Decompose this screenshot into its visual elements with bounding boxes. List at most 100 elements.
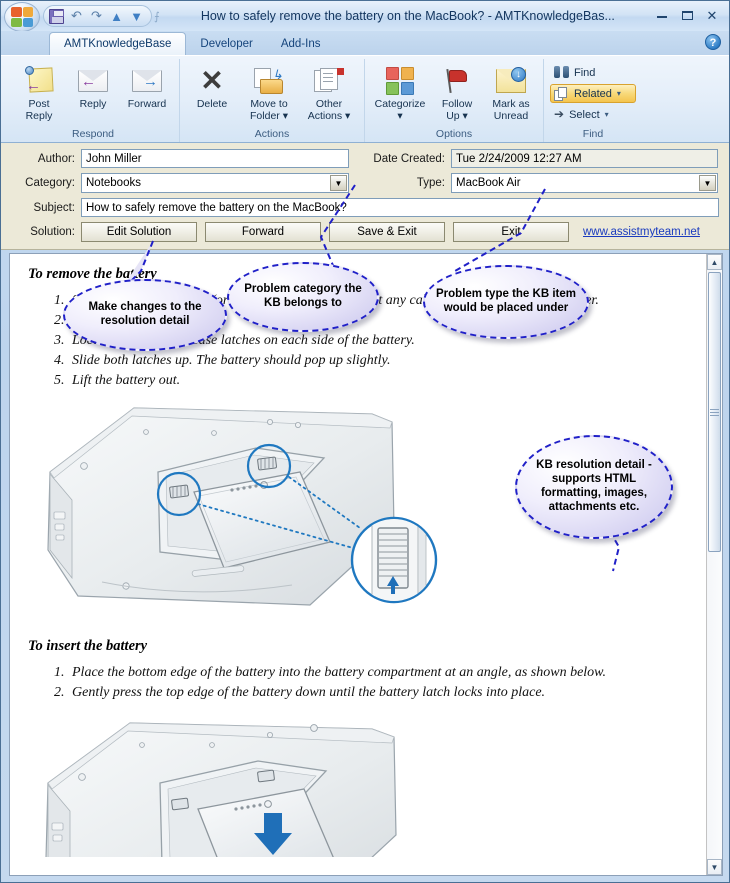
- scroll-up-button[interactable]: ▲: [707, 254, 722, 270]
- find-button[interactable]: Find: [550, 63, 636, 82]
- maximize-button[interactable]: [679, 8, 695, 24]
- subject-label: Subject:: [33, 201, 75, 214]
- categorize-button[interactable]: Categorize ▾: [371, 61, 429, 125]
- previous-item-icon[interactable]: ▲: [109, 9, 124, 24]
- category-label: Category:: [25, 177, 75, 189]
- reply-label: Reply: [79, 98, 107, 110]
- save-icon[interactable]: [49, 8, 64, 24]
- quick-access-toolbar: ↶ ↷ ▲ ▼: [43, 5, 152, 27]
- assistmyteam-link[interactable]: www.assistmyteam.net: [583, 226, 700, 238]
- author-row: Author: John Miller Date Created: Tue 2/…: [9, 149, 721, 168]
- author-label: Author:: [37, 152, 75, 165]
- date-created-field: Tue 2/24/2009 12:27 AM: [451, 149, 718, 168]
- mark-as-unread-label-line1: Mark as: [492, 98, 530, 110]
- ribbon-tab-strip: AMTKnowledgeBase Developer Add-Ins ?: [1, 31, 729, 55]
- related-pages-icon: [554, 86, 569, 101]
- window-title: How to safely remove the battery on the …: [200, 9, 615, 23]
- insert-steps-list: Place the bottom edge of the battery int…: [28, 663, 690, 703]
- application-window: ↶ ↷ ▲ ▼ ⨍ How to safely remove the batte…: [0, 0, 730, 883]
- post-reply-button[interactable]: ← Post Reply: [13, 61, 65, 125]
- subject-field[interactable]: How to safely remove the battery on the …: [81, 198, 719, 217]
- scrollbar-grip-icon: [710, 407, 719, 418]
- reply-button[interactable]: ← Reply: [67, 61, 119, 113]
- mark-as-unread-icon: ↓: [496, 64, 526, 98]
- forward-button[interactable]: → Forward: [121, 61, 173, 113]
- ribbon-group-find-label: Find: [582, 128, 604, 140]
- delete-button[interactable]: ✕ Delete: [186, 61, 238, 113]
- mark-as-unread-button[interactable]: ↓ Mark as Unread: [485, 61, 537, 125]
- callout-edit-solution-text: Make changes to the resolution detail: [88, 301, 202, 327]
- redo-icon[interactable]: ↷: [89, 9, 104, 24]
- scrollbar-thumb[interactable]: [708, 272, 721, 552]
- categorize-label-line1: Categorize: [374, 98, 426, 110]
- ribbon-group-actions: ✕ Delete ↳ Move to Folder ▾ Other Action…: [179, 59, 364, 142]
- flag-icon: [443, 64, 471, 98]
- category-value: Notebooks: [86, 177, 141, 189]
- tab-add-ins[interactable]: Add-Ins: [267, 33, 335, 55]
- follow-up-label-line1: Follow: [441, 98, 473, 110]
- related-label: Related: [574, 87, 612, 100]
- move-to-folder-label-line1: Move to: [250, 98, 288, 110]
- undo-icon[interactable]: ↶: [69, 9, 84, 24]
- date-created-label: Date Created:: [373, 152, 445, 165]
- type-chevron-down-icon[interactable]: ▼: [699, 175, 716, 191]
- move-to-folder-icon: ↳: [254, 64, 284, 98]
- customize-qat-icon[interactable]: ⨍: [152, 10, 162, 23]
- list-item: Slide both latches up. The battery shoul…: [68, 351, 690, 371]
- select-label: Select: [569, 108, 600, 121]
- delete-label: Delete: [196, 98, 228, 110]
- help-icon[interactable]: ?: [705, 34, 721, 50]
- select-chevron-down-icon: ▾: [604, 110, 609, 119]
- tab-amtknowledgebase[interactable]: AMTKnowledgeBase: [49, 32, 187, 55]
- ribbon-group-respond: ← Post Reply ← Reply → Forward Respond: [7, 59, 179, 142]
- scroll-down-button[interactable]: ▼: [707, 859, 722, 875]
- callout-resolution-detail-text: KB resolution detail - supports HTML for…: [536, 459, 652, 513]
- other-actions-label-line2: Actions ▾: [307, 110, 351, 122]
- cursor-arrow-icon: ➔: [554, 107, 565, 121]
- callout-type: Problem type the KB item would be placed…: [423, 265, 589, 339]
- macbook-battery-insertion-illustration: [42, 717, 690, 875]
- ribbon-group-respond-label: Respond: [71, 128, 115, 140]
- related-button[interactable]: Related ▾: [550, 84, 636, 103]
- callout-edit-solution: Make changes to the resolution detail: [63, 279, 227, 351]
- callout-type-text: Problem type the KB item would be placed…: [436, 288, 576, 314]
- list-item: Place the bottom edge of the battery int…: [68, 663, 690, 683]
- select-button[interactable]: ➔ Select ▾: [550, 105, 636, 124]
- find-label: Find: [574, 66, 596, 79]
- ribbon-group-options-label: Options: [435, 128, 473, 140]
- move-to-folder-label-line2: Folder ▾: [250, 110, 288, 122]
- document-scrollbar[interactable]: ▲ ▼: [706, 254, 722, 875]
- ribbon-group-actions-label: Actions: [254, 128, 290, 140]
- follow-up-label-line2: Up ▾: [446, 110, 468, 122]
- follow-up-button[interactable]: Follow Up ▾: [431, 61, 483, 125]
- list-item: Gently press the top edge of the battery…: [68, 683, 690, 703]
- callout-resolution-detail: KB resolution detail - supports HTML for…: [515, 435, 673, 539]
- related-chevron-down-icon: ▾: [616, 89, 621, 98]
- post-reply-label-line1: Post: [28, 98, 50, 110]
- mark-as-unread-label-line2: Unread: [493, 110, 529, 122]
- ribbon-group-find: Find Related ▾ ➔ Select ▾ Find: [543, 59, 642, 142]
- binoculars-icon: [554, 66, 569, 79]
- callout-category-text: Problem category the KB belongs to: [244, 283, 362, 309]
- office-logo-icon: [11, 7, 33, 27]
- forward-envelope-icon: →: [132, 64, 162, 98]
- other-actions-icon: [314, 64, 344, 98]
- other-actions-button[interactable]: Other Actions ▾: [300, 61, 358, 125]
- list-item: Lift the battery out.: [68, 371, 690, 391]
- scrollbar-track[interactable]: [707, 270, 722, 859]
- move-to-folder-button[interactable]: ↳ Move to Folder ▾: [240, 61, 298, 125]
- categorize-label-line2: ▾: [397, 110, 403, 122]
- solution-label: Solution:: [30, 226, 75, 238]
- other-actions-label-line1: Other: [315, 98, 343, 110]
- minimize-button[interactable]: [654, 8, 670, 24]
- delete-x-icon: ✕: [200, 65, 224, 96]
- categorize-icon: [386, 64, 414, 98]
- author-field[interactable]: John Miller: [81, 149, 349, 168]
- office-orb-button[interactable]: [4, 2, 40, 32]
- post-reply-icon: ←: [23, 64, 55, 98]
- tab-developer[interactable]: Developer: [186, 33, 266, 55]
- forward-label: Forward: [127, 98, 167, 110]
- callout-category: Problem category the KB belongs to: [227, 262, 379, 332]
- close-button[interactable]: ✕: [704, 8, 720, 24]
- next-item-icon[interactable]: ▼: [129, 9, 144, 24]
